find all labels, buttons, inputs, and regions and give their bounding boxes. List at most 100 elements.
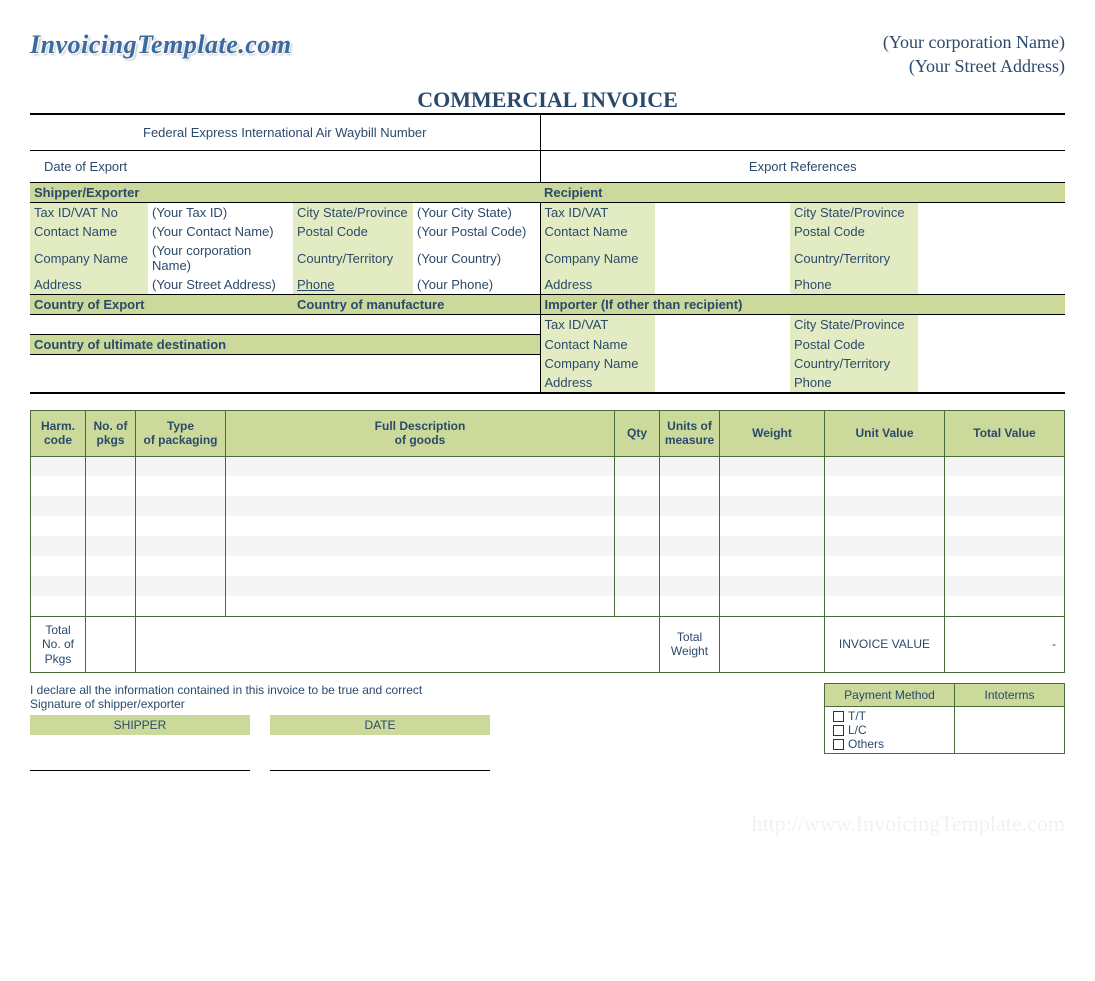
declaration-text: I declare all the information contained … <box>30 683 490 697</box>
importer-header: Importer (If other than recipient) <box>540 295 1065 315</box>
waybill-value[interactable] <box>540 115 1065 151</box>
importer-country-value[interactable] <box>918 354 1065 373</box>
country-export-value[interactable] <box>30 315 293 335</box>
recipient-phone-value[interactable] <box>918 275 1065 295</box>
watermark: http://www.InvoicingTemplate.com <box>30 811 1065 837</box>
shipper-contact-value[interactable]: (Your Contact Name) <box>148 222 293 241</box>
payment-others[interactable]: Others <box>833 737 946 751</box>
importer-tax-value[interactable] <box>655 315 790 335</box>
shipper-city-value[interactable]: (Your City State) <box>413 203 540 223</box>
total-pkgs-value[interactable] <box>86 616 136 672</box>
recipient-company-value[interactable] <box>655 241 790 275</box>
recipient-postal-value[interactable] <box>918 222 1065 241</box>
date-sig-header: DATE <box>270 715 490 735</box>
table-row[interactable] <box>31 576 1065 596</box>
corp-address: (Your Street Address) <box>883 54 1065 78</box>
payment-table: Payment Method Intoterms T/T L/C Others <box>824 683 1065 754</box>
importer-address-label: Address <box>540 373 655 392</box>
logo: InvoicingTemplate.com <box>30 30 292 60</box>
table-row[interactable] <box>31 516 1065 536</box>
importer-company-label: Company Name <box>540 354 655 373</box>
importer-phone-value[interactable] <box>918 373 1065 392</box>
col-pkgs: No. ofpkgs <box>86 411 136 457</box>
recipient-tax-label: Tax ID/VAT <box>540 203 655 223</box>
country-manuf-label: Country of manufacture <box>293 295 540 315</box>
importer-phone-label: Phone <box>790 373 918 392</box>
table-row[interactable] <box>31 476 1065 496</box>
shipper-sig-line[interactable] <box>30 735 250 771</box>
col-harm: Harm.code <box>31 411 86 457</box>
table-row[interactable] <box>31 596 1065 616</box>
checkbox-icon[interactable] <box>833 725 844 736</box>
country-dest-value[interactable] <box>30 354 540 392</box>
recipient-city-label: City State/Province <box>790 203 918 223</box>
export-ref-label: Export References <box>540 151 1065 183</box>
waybill-label: Federal Express International Air Waybil… <box>30 115 540 151</box>
date-export-label: Date of Export <box>30 151 540 183</box>
recipient-company-label: Company Name <box>540 241 655 275</box>
shipper-country-label: Country/Territory <box>293 241 413 275</box>
checkbox-icon[interactable] <box>833 739 844 750</box>
checkbox-icon[interactable] <box>833 711 844 722</box>
shipper-tax-label: Tax ID/VAT No <box>30 203 148 223</box>
country-dest-label: Country of ultimate destination <box>30 334 540 354</box>
country-manuf-value[interactable] <box>293 315 540 335</box>
col-qty: Qty <box>615 411 660 457</box>
importer-contact-value[interactable] <box>655 334 790 354</box>
invoice-value-label: INVOICE VALUE <box>825 616 945 672</box>
corp-info: (Your corporation Name) (Your Street Add… <box>883 30 1065 79</box>
col-desc: Full Descriptionof goods <box>226 411 615 457</box>
incoterms-header: Intoterms <box>955 684 1065 707</box>
shipper-phone-value[interactable]: (Your Phone) <box>413 275 540 295</box>
shipper-postal-value[interactable]: (Your Postal Code) <box>413 222 540 241</box>
shipper-sig-header: SHIPPER <box>30 715 250 735</box>
importer-company-value[interactable] <box>655 354 790 373</box>
recipient-address-label: Address <box>540 275 655 295</box>
corp-name: (Your corporation Name) <box>883 30 1065 54</box>
shipper-contact-label: Contact Name <box>30 222 148 241</box>
total-weight-label: TotalWeight <box>660 616 720 672</box>
total-pkgs-label: TotalNo. ofPkgs <box>31 616 86 672</box>
payment-lc[interactable]: L/C <box>833 723 946 737</box>
payment-tt[interactable]: T/T <box>833 709 946 723</box>
date-sig-line[interactable] <box>270 735 490 771</box>
col-unitmeas: Units ofmeasure <box>660 411 720 457</box>
shipper-tax-value[interactable]: (Your Tax ID) <box>148 203 293 223</box>
shipper-postal-label: Postal Code <box>293 222 413 241</box>
invoice-value: - <box>945 616 1065 672</box>
recipient-contact-value[interactable] <box>655 222 790 241</box>
country-export-label: Country of Export <box>30 295 293 315</box>
recipient-tax-value[interactable] <box>655 203 790 223</box>
recipient-country-value[interactable] <box>918 241 1065 275</box>
shipper-address-label: Address <box>30 275 148 295</box>
importer-country-label: Country/Territory <box>790 354 918 373</box>
shipper-phone-label: Phone <box>293 275 413 295</box>
shipper-city-label: City State/Province <box>293 203 413 223</box>
table-row[interactable] <box>31 556 1065 576</box>
incoterms-value[interactable] <box>955 707 1065 754</box>
recipient-city-value[interactable] <box>918 203 1065 223</box>
importer-contact-label: Contact Name <box>540 334 655 354</box>
col-weight: Weight <box>720 411 825 457</box>
importer-postal-label: Postal Code <box>790 334 918 354</box>
table-row[interactable] <box>31 456 1065 476</box>
col-unitval: Unit Value <box>825 411 945 457</box>
col-packtype: Typeof packaging <box>136 411 226 457</box>
shipper-country-value[interactable]: (Your Country) <box>413 241 540 275</box>
shipper-address-value[interactable]: (Your Street Address) <box>148 275 293 295</box>
recipient-contact-label: Contact Name <box>540 222 655 241</box>
table-row[interactable] <box>31 496 1065 516</box>
recipient-country-label: Country/Territory <box>790 241 918 275</box>
shipper-company-value[interactable]: (Your corporation Name) <box>148 241 293 275</box>
importer-city-value[interactable] <box>918 315 1065 335</box>
importer-postal-value[interactable] <box>918 334 1065 354</box>
recipient-phone-label: Phone <box>790 275 918 295</box>
shipper-company-label: Company Name <box>30 241 148 275</box>
payment-header: Payment Method <box>825 684 955 707</box>
importer-address-value[interactable] <box>655 373 790 392</box>
recipient-header: Recipient <box>540 183 1065 203</box>
total-weight-value[interactable] <box>720 616 825 672</box>
table-row[interactable] <box>31 536 1065 556</box>
recipient-address-value[interactable] <box>655 275 790 295</box>
importer-city-label: City State/Province <box>790 315 918 335</box>
